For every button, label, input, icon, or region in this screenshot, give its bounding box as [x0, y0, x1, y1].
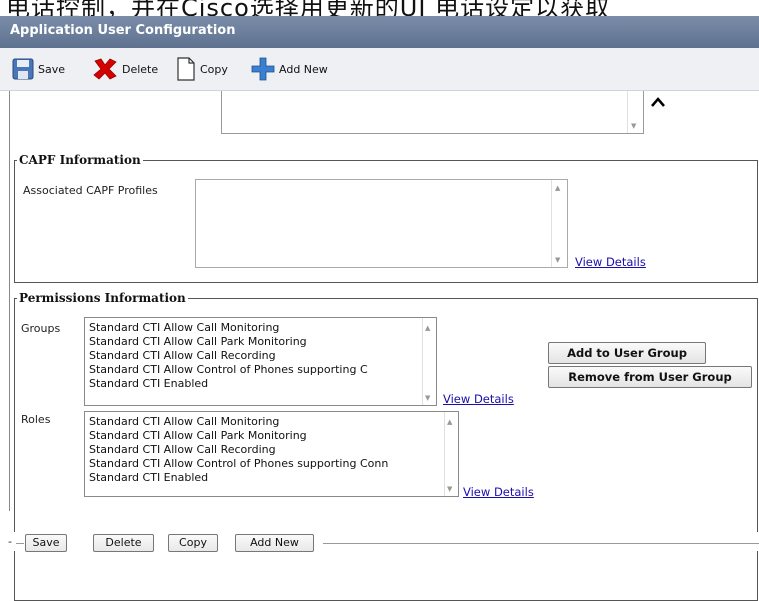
bottom-save-button[interactable]: Save	[25, 534, 67, 552]
groups-list[interactable]: Standard CTI Allow Call Monitoring Standa…	[84, 317, 437, 406]
toolbar: Save Delete Copy Add New	[0, 48, 759, 91]
associated-capf-profiles-list[interactable]: ▲ ▼	[195, 179, 568, 268]
toolbar-save-label: Save	[38, 62, 66, 76]
scroll-down-arrow-icon[interactable]: ▼	[425, 394, 430, 402]
roles-list[interactable]: Standard CTI Allow Call Monitoring Standa…	[84, 411, 459, 497]
groups-items: Standard CTI Allow Call Monitoring Standa…	[85, 321, 368, 391]
toolbar-delete-label: Delete	[122, 62, 159, 76]
groups-list-item[interactable]: Standard CTI Allow Call Monitoring	[85, 321, 368, 335]
toolbar-add-new-button[interactable]: Add New	[251, 57, 328, 81]
bottom-dash: -	[8, 535, 12, 548]
top-text-area[interactable]: ▼	[221, 91, 644, 134]
document-icon	[177, 57, 195, 81]
scroll-down-arrow-icon[interactable]: ▼	[631, 122, 636, 130]
toolbar-copy-button[interactable]: Copy	[176, 57, 228, 81]
scroll-down-arrow-icon[interactable]: ▼	[555, 256, 560, 264]
toolbar-copy-label: Copy	[200, 62, 228, 76]
bottom-delete-button[interactable]: Delete	[93, 534, 154, 552]
bottom-copy-button[interactable]: Copy	[168, 534, 218, 552]
collapse-up-caret-icon[interactable]	[651, 97, 665, 107]
groups-list-item[interactable]: Standard CTI Allow Call Recording	[85, 349, 368, 363]
scroll-up-arrow-icon[interactable]: ▲	[425, 324, 430, 332]
banner-text: 电话控制，并在Cisco选择用更新的UI 电话设定以获取	[6, 0, 611, 16]
roles-list-item[interactable]: Standard CTI Allow Control of Phones sup…	[85, 457, 388, 471]
toolbar-delete-button[interactable]: Delete	[92, 58, 158, 80]
capf-information-legend: CAPF Information	[19, 153, 141, 167]
scroll-down-arrow-icon[interactable]: ▼	[447, 485, 452, 493]
bottom-button-bar: - Save Delete Copy Add New	[0, 532, 759, 552]
toolbar-save-button[interactable]: Save	[12, 58, 65, 80]
roles-list-item[interactable]: Standard CTI Allow Call Monitoring	[85, 415, 388, 429]
roles-list-item[interactable]: Standard CTI Enabled	[85, 471, 388, 485]
associated-capf-profiles-label: Associated CAPF Profiles	[23, 184, 158, 197]
remove-from-user-group-button[interactable]: Remove from User Group	[548, 366, 752, 388]
capf-list-scrollbar[interactable]: ▲ ▼	[551, 180, 567, 267]
bottom-line-right	[323, 543, 759, 544]
add-to-user-group-button[interactable]: Add to User Group	[548, 342, 706, 364]
groups-list-scrollbar[interactable]: ▲ ▼	[422, 318, 436, 405]
groups-list-item[interactable]: Standard CTI Enabled	[85, 377, 368, 391]
permissions-information-legend: Permissions Information	[19, 291, 186, 305]
toolbar-add-new-label: Add New	[279, 62, 328, 76]
bottom-add-new-button[interactable]: Add New	[235, 534, 314, 552]
capf-view-details-link[interactable]: View Details	[575, 255, 646, 269]
groups-list-item[interactable]: Standard CTI Allow Control of Phones sup…	[85, 363, 368, 377]
roles-view-details-link[interactable]: View Details	[463, 485, 534, 499]
scroll-up-arrow-icon[interactable]: ▲	[555, 184, 560, 192]
scroll-up-arrow-icon[interactable]: ▲	[447, 418, 452, 426]
groups-label: Groups	[21, 322, 61, 335]
roles-items: Standard CTI Allow Call Monitoring Standa…	[85, 415, 388, 485]
page-title: Application User Configuration	[10, 23, 236, 38]
groups-view-details-link[interactable]: View Details	[443, 392, 514, 406]
bottom-line-left	[16, 543, 24, 544]
roles-list-item[interactable]: Standard CTI Allow Call Park Monitoring	[85, 429, 388, 443]
roles-label: Roles	[21, 413, 51, 426]
red-x-icon	[93, 58, 117, 80]
groups-list-item[interactable]: Standard CTI Allow Call Park Monitoring	[85, 335, 368, 349]
window-titlebar: Application User Configuration	[0, 16, 759, 48]
floppy-disk-icon	[12, 58, 34, 80]
top-text-area-scrollbar[interactable]: ▼	[627, 91, 643, 133]
roles-list-scrollbar[interactable]: ▲ ▼	[444, 412, 458, 496]
content-area: ▼ CAPF Information Associated CAPF Profi…	[0, 91, 759, 601]
left-border-line	[9, 91, 10, 511]
top-banner: 电话控制，并在Cisco选择用更新的UI 电话设定以获取	[0, 0, 759, 16]
blue-plus-icon	[251, 57, 275, 81]
roles-list-item[interactable]: Standard CTI Allow Call Recording	[85, 443, 388, 457]
